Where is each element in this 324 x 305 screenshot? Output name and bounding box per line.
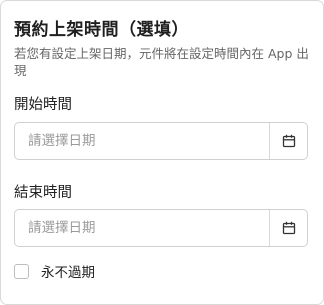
start-time-label: 開始時間 [14,97,72,113]
never-expire-option[interactable]: 永不過期 [14,261,95,281]
end-date-calendar-button[interactable] [270,210,307,246]
end-time-label: 結束時間 [14,185,72,201]
end-date-input[interactable] [15,210,269,246]
start-date-picker[interactable] [14,122,308,160]
calendar-icon [282,221,295,235]
end-date-picker[interactable] [14,209,308,247]
calendar-icon [282,134,295,148]
never-expire-label[interactable]: 永不過期 [41,261,95,281]
start-date-input[interactable] [15,123,269,159]
start-date-calendar-button[interactable] [270,123,307,159]
section-description: 若您有設定上架日期，元件將在設定時間內在 App 出現 [14,46,309,78]
never-expire-checkbox[interactable] [14,263,29,279]
section-title: 預約上架時間（選填） [14,20,189,40]
schedule-publish-panel: 預約上架時間（選填） 若您有設定上架日期，元件將在設定時間內在 App 出現 開… [0,0,324,305]
